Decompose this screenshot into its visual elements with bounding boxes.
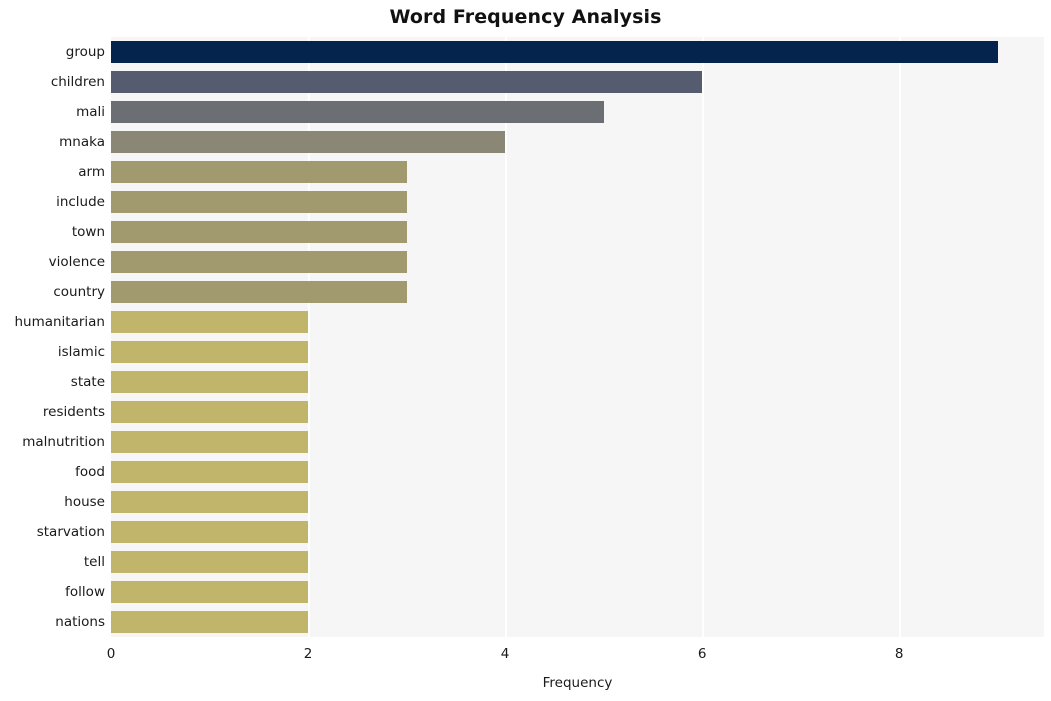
bar-malnutrition[interactable] [111,431,309,453]
bar-row [111,71,1044,93]
y-tick-label-state: state [70,374,105,390]
bar-row [111,281,1044,303]
y-tick-label-starvation: starvation [36,524,105,540]
chart-title: Word Frequency Analysis [389,6,662,28]
bar-row [111,371,1044,393]
gridline-8 [899,37,901,637]
bar-row [111,401,1044,423]
bar-food[interactable] [111,461,309,483]
bar-row [111,131,1044,153]
plot-area [111,37,1044,637]
y-tick-label-mali: mali [76,104,105,120]
bar-country[interactable] [111,281,407,303]
bar-follow[interactable] [111,581,309,603]
bar-row [111,581,1044,603]
y-tick-label-children: children [50,74,105,90]
y-tick-label-group: group [65,44,105,60]
bar-residents[interactable] [111,401,309,423]
bar-violence[interactable] [111,251,407,273]
gridline-6 [702,37,704,637]
y-tick-label-residents: residents [42,404,105,420]
bar-row [111,161,1044,183]
x-tick-label-6: 6 [697,646,707,662]
bar-row [111,341,1044,363]
y-tick-label-follow: follow [65,584,105,600]
bar-town[interactable] [111,221,407,243]
x-axis-ticks: 0 2 4 6 8 [0,646,1051,668]
y-tick-label-arm: arm [78,164,105,180]
bar-row [111,311,1044,333]
bar-row [111,251,1044,273]
x-tick-label-2: 2 [303,646,313,662]
y-tick-label-country: country [53,284,105,300]
bar-row [111,521,1044,543]
bar-row [111,611,1044,633]
bar-row [111,221,1044,243]
x-axis-title: Frequency [542,675,613,691]
y-tick-label-mnaka: mnaka [59,134,105,150]
y-tick-label-humanitarian: humanitarian [14,314,105,330]
y-tick-label-tell: tell [83,554,105,570]
y-tick-label-violence: violence [48,254,105,270]
bar-tell[interactable] [111,551,309,573]
y-tick-label-town: town [71,224,105,240]
bar-row [111,431,1044,453]
gridline-2 [308,37,310,637]
bar-children[interactable] [111,71,703,93]
y-tick-label-malnutrition: malnutrition [22,434,105,450]
bar-humanitarian[interactable] [111,311,309,333]
y-tick-label-food: food [75,464,105,480]
y-tick-label-include: include [56,194,105,210]
bar-row [111,41,1044,63]
bar-mali[interactable] [111,101,604,123]
bar-starvation[interactable] [111,521,309,543]
bar-state[interactable] [111,371,309,393]
bar-row [111,191,1044,213]
bar-house[interactable] [111,491,309,513]
bar-mnaka[interactable] [111,131,506,153]
bar-row [111,491,1044,513]
bar-islamic[interactable] [111,341,309,363]
bar-include[interactable] [111,191,407,213]
bar-row [111,101,1044,123]
bar-group[interactable] [111,41,998,63]
y-axis: group children mali mnaka arm include town viol… [0,37,105,637]
bar-nations[interactable] [111,611,309,633]
x-tick-label-0: 0 [106,646,116,662]
x-tick-label-8: 8 [894,646,904,662]
gridline-4 [505,37,507,637]
bar-row [111,461,1044,483]
y-tick-label-house: house [64,494,105,510]
chart-figure: Word Frequency Analysis group children mal… [0,0,1051,701]
y-tick-label-islamic: islamic [57,344,105,360]
bar-arm[interactable] [111,161,407,183]
bar-row [111,551,1044,573]
x-tick-label-4: 4 [500,646,510,662]
y-tick-label-nations: nations [55,614,105,630]
